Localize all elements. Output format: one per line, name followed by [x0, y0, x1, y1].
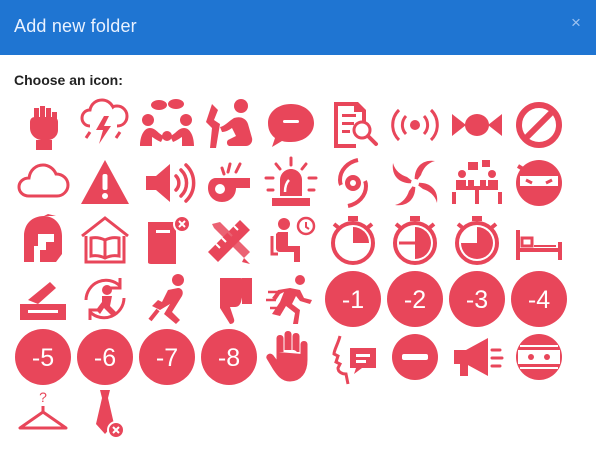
- people-talking-icon[interactable]: [138, 96, 196, 154]
- warning-triangle-icon[interactable]: [76, 154, 134, 212]
- minus-three-icon[interactable]: -3: [448, 270, 506, 328]
- talking-head-icon[interactable]: [324, 328, 382, 386]
- svg-text:?: ?: [39, 389, 47, 405]
- thunderstorm-cloud-icon[interactable]: [76, 96, 134, 154]
- spartan-helmet-icon[interactable]: [14, 212, 72, 270]
- dialog-title: Add new folder: [14, 16, 137, 36]
- document-search-icon[interactable]: [324, 96, 382, 154]
- whistle-icon[interactable]: [200, 154, 258, 212]
- minus-six-icon[interactable]: -6: [76, 328, 134, 386]
- running-person-icon[interactable]: [262, 270, 320, 328]
- cloud-icon[interactable]: [14, 154, 72, 212]
- megaphone-icon[interactable]: [448, 328, 506, 386]
- thumbs-down-icon[interactable]: [200, 270, 258, 328]
- svg-text:-4: -4: [528, 286, 550, 314]
- meeting-table-icon[interactable]: [448, 154, 506, 212]
- svg-text:-6: -6: [94, 344, 116, 372]
- person-kneeling-icon[interactable]: [200, 96, 258, 154]
- minus-one-icon[interactable]: -1: [324, 270, 382, 328]
- choose-icon-label: Choose an icon:: [14, 72, 123, 88]
- hanger-question-icon[interactable]: ?: [14, 386, 72, 444]
- reading-house-icon[interactable]: [76, 212, 134, 270]
- waiting-room-icon[interactable]: [262, 212, 320, 270]
- ninja-icon[interactable]: [510, 154, 568, 212]
- svg-text:-7: -7: [156, 344, 178, 372]
- bed-icon[interactable]: [510, 212, 568, 270]
- svg-text:-8: -8: [218, 344, 240, 372]
- speech-bubble-icon[interactable]: [262, 96, 320, 154]
- rotate-person-icon[interactable]: [76, 270, 134, 328]
- svg-text:-5: -5: [32, 344, 54, 372]
- tornado-spiral-icon[interactable]: [386, 154, 444, 212]
- ruler-pencil-icon[interactable]: [200, 212, 258, 270]
- svg-text:-3: -3: [466, 286, 488, 314]
- minus-two-icon[interactable]: -2: [386, 270, 444, 328]
- minus-four-icon[interactable]: -4: [510, 270, 568, 328]
- mummy-face-icon[interactable]: [510, 328, 568, 386]
- minus-circle-icon[interactable]: [386, 328, 444, 386]
- minus-seven-icon[interactable]: -7: [138, 328, 196, 386]
- speaker-volume-icon[interactable]: [138, 154, 196, 212]
- thinking-person-icon[interactable]: [138, 270, 196, 328]
- siren-light-icon[interactable]: [262, 154, 320, 212]
- hurricane-icon[interactable]: [324, 154, 382, 212]
- dialog-header: Add new folder ×: [0, 0, 596, 55]
- stopwatch-half-icon[interactable]: [386, 212, 444, 270]
- ballot-box-icon[interactable]: [14, 270, 72, 328]
- svg-text:-1: -1: [342, 286, 364, 314]
- minus-eight-icon[interactable]: -8: [200, 328, 258, 386]
- tie-remove-icon[interactable]: [76, 386, 134, 444]
- stopwatch-three-quarter-icon[interactable]: [448, 212, 506, 270]
- no-entry-icon[interactable]: [510, 96, 568, 154]
- raised-fist-icon[interactable]: [14, 96, 72, 154]
- candy-icon[interactable]: [448, 96, 506, 154]
- stopwatch-quarter-icon[interactable]: [324, 212, 382, 270]
- book-remove-icon[interactable]: [138, 212, 196, 270]
- svg-text:-2: -2: [404, 286, 426, 314]
- broadcast-signal-icon[interactable]: [386, 96, 444, 154]
- raised-hand-icon[interactable]: [262, 328, 320, 386]
- minus-five-icon[interactable]: -5: [14, 328, 72, 386]
- close-icon[interactable]: ×: [568, 14, 584, 32]
